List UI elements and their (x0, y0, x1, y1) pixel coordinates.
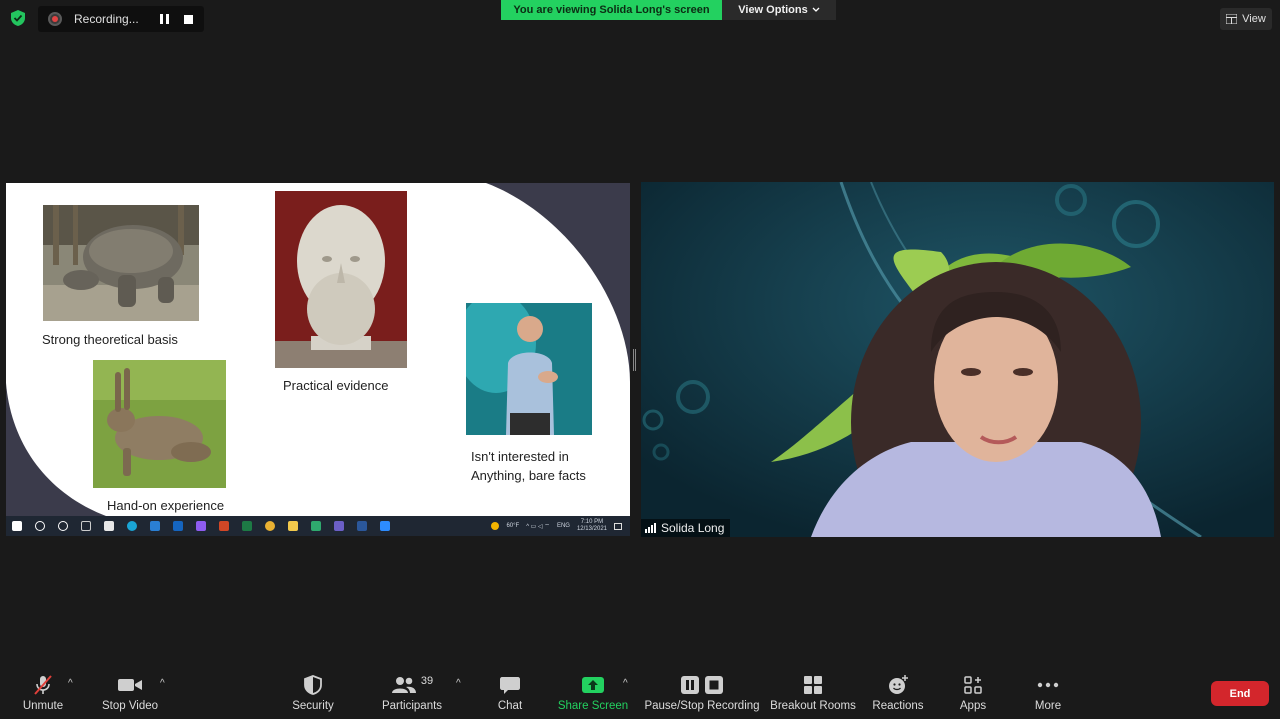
security-shield-icon[interactable] (8, 8, 28, 28)
label-not-interested-line1: Isn't interested in (471, 449, 569, 464)
folder-icon (288, 521, 298, 531)
zoom-app-icon (380, 521, 390, 531)
signal-bars-icon (645, 523, 656, 533)
reactions-button[interactable]: Reactions (871, 672, 925, 718)
clock: 7:10 PM 12/13/2021 (577, 519, 607, 533)
share-screen-button[interactable]: Share Screen (558, 672, 628, 718)
participant-name-tag: Solida Long (641, 519, 731, 537)
hare-photo (93, 360, 226, 488)
twitch-icon (196, 521, 206, 531)
participants-count: 39 (420, 675, 434, 687)
label-hand-on-experience: Hand-on experience (107, 498, 225, 513)
pause-stop-recording-label: Pause/Stop Recording (644, 700, 760, 712)
shared-screen: Strong theoretical basis Practical evide… (6, 183, 630, 536)
system-tray: 60°F ^ ▭ ◁ ⌔ ENG 7:10 PM 12/13/2021 (491, 516, 622, 536)
stop-recording-icon[interactable] (184, 14, 193, 24)
powerpoint-icon (219, 521, 229, 531)
app-icon-1 (104, 521, 114, 531)
participants-icon (391, 677, 416, 693)
weather-sun-icon (491, 522, 500, 530)
smiley-plus-icon (889, 675, 908, 694)
apps-label: Apps (959, 700, 987, 712)
view-options-button[interactable]: View Options (722, 0, 836, 20)
participants-label: Participants (381, 700, 443, 712)
view-button-label: View (1242, 13, 1266, 25)
pause-stop-recording-button[interactable]: Pause/Stop Recording (644, 672, 760, 718)
label-strong-theoretical-basis: Strong theoretical basis (42, 332, 178, 347)
participants-options-chevron-icon[interactable]: ^ (456, 678, 461, 689)
security-label: Security (292, 700, 334, 712)
more-label: More (1034, 700, 1062, 712)
share-screen-arrow-icon (582, 677, 604, 693)
grid-view-icon (1226, 14, 1238, 24)
stop-recording-icon (705, 676, 723, 694)
excel-icon (242, 521, 252, 531)
more-button[interactable]: More (1030, 672, 1066, 718)
weather-temp: 60°F (506, 523, 520, 529)
recording-dot-icon (48, 12, 62, 26)
shield-icon (304, 675, 322, 695)
label-practical-evidence: Practical evidence (283, 378, 389, 393)
windows-start-icon (12, 521, 22, 531)
virtual-background (641, 182, 1274, 537)
participant-name: Solida Long (661, 521, 725, 535)
video-camera-icon (118, 679, 142, 691)
notification-icon (614, 522, 622, 530)
viewing-screen-banner: You are viewing Solida Long's screen (501, 0, 722, 20)
stop-video-label: Stop Video (101, 700, 159, 712)
audio-options-chevron-icon[interactable]: ^ (68, 678, 73, 689)
breakout-rooms-label: Breakout Rooms (770, 700, 856, 712)
shared-taskbar: 60°F ^ ▭ ◁ ⌔ ENG 7:10 PM 12/13/2021 (6, 516, 630, 536)
apps-button[interactable]: Apps (955, 672, 991, 718)
security-button[interactable]: Security (290, 672, 336, 718)
split-handle[interactable] (633, 349, 636, 371)
tray-icons: ^ ▭ ◁ ⌔ (526, 524, 550, 530)
tortoise-photo (43, 205, 199, 321)
task-view-icon (58, 521, 68, 531)
teams-icon (334, 521, 344, 531)
mail-icon (150, 521, 160, 531)
end-meeting-button[interactable]: End (1211, 681, 1269, 706)
chat-label: Chat (497, 700, 523, 712)
unmute-label: Unmute (22, 700, 64, 712)
participant-video (641, 182, 1274, 537)
reactions-label: Reactions (872, 700, 924, 712)
pause-recording-icon (681, 676, 699, 694)
pause-recording-icon[interactable] (160, 14, 170, 24)
stop-video-button[interactable]: Stop Video (100, 672, 160, 718)
apps-icon (964, 676, 982, 694)
label-not-interested-line2: Anything, bare facts (471, 468, 586, 483)
edge-icon (127, 521, 137, 531)
breakout-rooms-icon (804, 676, 822, 694)
microphone-muted-icon (34, 675, 52, 695)
chevron-down-icon (812, 7, 820, 12)
video-options-chevron-icon[interactable]: ^ (160, 678, 165, 689)
search-icon (35, 521, 45, 531)
recording-label: Recording... (74, 12, 139, 26)
clock-date: 12/13/2021 (576, 526, 607, 532)
share-screen-label: Share Screen (557, 700, 629, 712)
outlook-icon (173, 521, 183, 531)
chat-bubble-icon (500, 677, 520, 694)
word-icon (357, 521, 367, 531)
app-icon-2 (311, 521, 321, 531)
share-options-chevron-icon[interactable]: ^ (623, 678, 628, 689)
clock-time: 7:10 PM (580, 519, 604, 525)
language-indicator: ENG (556, 523, 570, 529)
chrome-icon (265, 521, 275, 531)
chat-button[interactable]: Chat (490, 672, 530, 718)
view-options-label: View Options (738, 4, 808, 16)
view-button[interactable]: View (1220, 8, 1272, 30)
unmute-button[interactable]: Unmute (20, 672, 66, 718)
more-dots-icon (1037, 682, 1059, 688)
recording-indicator: Recording... (38, 6, 204, 32)
participants-button[interactable]: 39 Participants (381, 672, 443, 718)
presenter-photo (466, 303, 592, 435)
widgets-icon (81, 521, 91, 531)
breakout-rooms-button[interactable]: Breakout Rooms (770, 672, 856, 718)
bust-photo (275, 191, 407, 368)
